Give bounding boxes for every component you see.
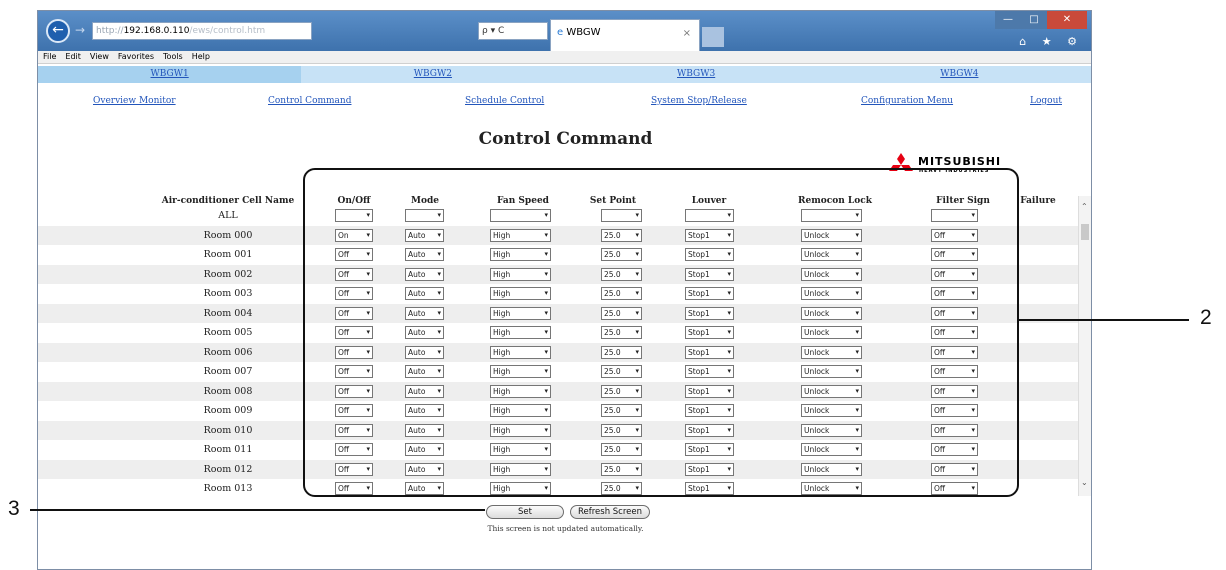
- cell-name: Room 003: [203, 288, 253, 299]
- window-controls: — □ ✕: [995, 11, 1087, 31]
- close-tab-icon[interactable]: ×: [683, 21, 691, 47]
- menu-item-help[interactable]: Help: [192, 52, 210, 61]
- cell-name: Room 004: [203, 307, 253, 319]
- close-window-icon[interactable]: ✕: [1047, 11, 1087, 29]
- set-button[interactable]: Set: [486, 505, 564, 519]
- menu-item-view[interactable]: View: [90, 52, 109, 61]
- callout-box-2: [303, 168, 1019, 497]
- col-header-failure: Failure: [1020, 196, 1056, 206]
- address-bar[interactable]: http://192.168.0.110/ews/control.htm: [92, 22, 312, 40]
- scroll-down-icon[interactable]: ⌄: [1081, 478, 1088, 487]
- vertical-scrollbar[interactable]: ⌃ ⌄: [1078, 196, 1091, 496]
- nav-links: Overview Monitor Control Command Schedule …: [38, 96, 1091, 110]
- tab-title: WBGW: [566, 27, 601, 38]
- cell-name: ALL: [218, 210, 238, 221]
- cell-name: Room 008: [203, 385, 253, 397]
- callout-line-3: [30, 509, 485, 511]
- address-path: /ews/control.htm: [189, 26, 266, 36]
- cell-name: Room 011: [203, 444, 253, 455]
- menu-bar: File Edit View Favorites Tools Help: [38, 51, 1091, 64]
- cell-name: Room 006: [203, 346, 253, 358]
- cell-name: Room 001: [203, 249, 253, 260]
- wbgw-tabs: WBGW1 WBGW2 WBGW3 WBGW4: [38, 66, 1091, 83]
- wbgw-tab-3[interactable]: WBGW3: [565, 66, 828, 83]
- menu-item-file[interactable]: File: [43, 52, 56, 61]
- scroll-up-icon[interactable]: ⌃: [1081, 202, 1088, 211]
- nav-link-schedule-control[interactable]: Schedule Control: [465, 96, 544, 106]
- cell-name: Room 009: [203, 405, 253, 416]
- nav-link-system-stop-release[interactable]: System Stop/Release: [651, 96, 747, 106]
- wbgw-tab-1[interactable]: WBGW1: [38, 66, 302, 83]
- forward-arrow-icon[interactable]: →: [75, 23, 85, 37]
- new-tab-button[interactable]: [702, 27, 724, 47]
- logo-name: MITSUBISHI: [918, 155, 1002, 168]
- page-title: Control Command: [478, 129, 653, 149]
- nav-link-configuration-menu[interactable]: Configuration Menu: [861, 96, 953, 106]
- search-refresh-controls[interactable]: ρ ▾ C: [478, 22, 548, 40]
- nav-link-control-command[interactable]: Control Command: [268, 96, 351, 106]
- callout-label-2: 2: [1200, 306, 1212, 329]
- maximize-icon[interactable]: □: [1021, 11, 1047, 29]
- browser-tab[interactable]: e WBGW ×: [550, 19, 700, 51]
- menu-item-edit[interactable]: Edit: [65, 52, 81, 61]
- minimize-icon[interactable]: —: [995, 11, 1021, 29]
- scroll-thumb[interactable]: [1081, 224, 1089, 240]
- cell-name: Room 002: [203, 268, 253, 280]
- ie-icon: e: [557, 27, 567, 38]
- cell-name: Room 010: [203, 424, 253, 436]
- nav-link-overview-monitor[interactable]: Overview Monitor: [93, 96, 176, 106]
- wbgw-tab-2[interactable]: WBGW2: [301, 66, 564, 83]
- refresh-screen-button[interactable]: Refresh Screen: [570, 505, 650, 519]
- home-star-gear-icons[interactable]: ⌂ ★ ⚙: [1019, 35, 1083, 48]
- cell-name: Room 005: [203, 327, 253, 338]
- cell-name: Room 013: [203, 483, 253, 494]
- back-arrow-icon[interactable]: ←: [46, 19, 70, 43]
- browser-titlebar: ← → http://192.168.0.110/ews/control.htm…: [38, 11, 1091, 51]
- menu-item-tools[interactable]: Tools: [163, 52, 183, 61]
- callout-line-2: [1019, 319, 1189, 321]
- nav-link-logout[interactable]: Logout: [1030, 96, 1062, 106]
- address-host: 192.168.0.110: [123, 26, 190, 36]
- wbgw-tab-4[interactable]: WBGW4: [828, 66, 1091, 83]
- cell-name: Room 012: [203, 463, 253, 475]
- cell-name: Room 007: [203, 366, 253, 377]
- address-protocol: http://: [96, 26, 124, 36]
- menu-item-favorites[interactable]: Favorites: [118, 52, 154, 61]
- cell-name: Room 000: [203, 229, 253, 241]
- callout-label-3: 3: [8, 497, 20, 520]
- auto-update-note: This screen is not updated automatically…: [487, 524, 644, 533]
